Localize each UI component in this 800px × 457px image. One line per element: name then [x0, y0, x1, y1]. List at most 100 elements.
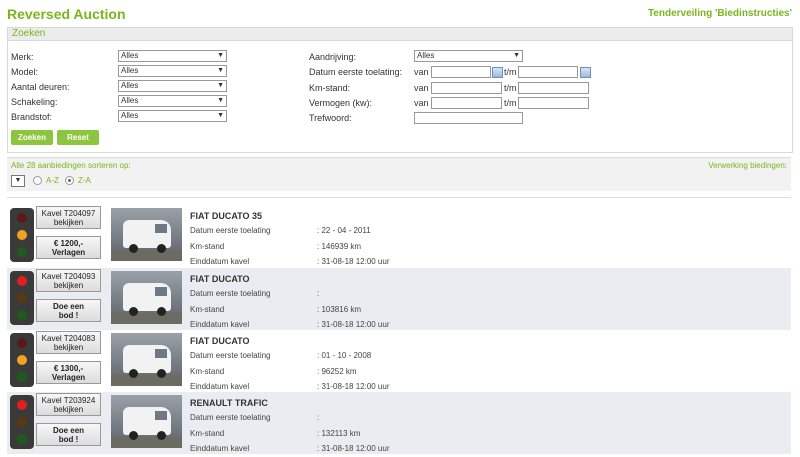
search-panel-title: Zoeken	[8, 28, 792, 41]
deuren-label: Aantal deuren:	[11, 82, 70, 92]
reset-button[interactable]: Reset	[57, 130, 99, 145]
sort-za-label: Z-A	[78, 176, 91, 185]
aandrijving-select[interactable]: Alles ▼	[414, 50, 523, 62]
green-light	[17, 434, 27, 444]
van-wheel	[129, 244, 138, 253]
chevron-down-icon: ▼	[217, 52, 224, 59]
bid-price: € 1200,-	[53, 239, 84, 248]
schakeling-label: Schakeling:	[11, 97, 58, 107]
photo-floor	[111, 375, 182, 386]
van-wheel	[157, 244, 166, 253]
list-divider	[7, 197, 791, 198]
search-button[interactable]: Zoeken	[11, 130, 53, 145]
datum-key: Datum eerste toelating	[190, 226, 271, 235]
vehicle-photo[interactable]	[111, 271, 182, 324]
schakeling-value: Alles	[121, 96, 139, 105]
verwerking-label: Verwerking biedingen:	[708, 161, 787, 170]
vermogen-label: Vermogen (kw):	[309, 98, 373, 108]
calendar-icon[interactable]	[580, 67, 591, 78]
lot-row: Kavel T204093 bekijken Doe een bod ! FIA…	[7, 268, 791, 331]
view-lot-button[interactable]: Kavel T204093 bekijken	[36, 269, 101, 292]
page-title: Reversed Auction	[7, 6, 126, 22]
lot-number: Kavel T204093	[41, 272, 96, 281]
bid-action-label: Verlagen	[51, 373, 86, 382]
km-value: : 96252 km	[317, 367, 357, 376]
chevron-down-icon: ▼	[217, 82, 224, 89]
einddatum-value: : 31-08-18 12:00 uur	[317, 382, 390, 391]
search-panel: Zoeken Merk: Alles ▼ Model: Alles ▼ Aantal…	[7, 27, 793, 153]
km-van-input[interactable]	[431, 82, 502, 94]
brandstof-select[interactable]: Alles ▼	[118, 110, 227, 122]
chevron-down-icon: ▼	[14, 177, 22, 184]
bid-action-button[interactable]: Doe een bod !	[36, 299, 101, 322]
schakeling-select[interactable]: Alles ▼	[118, 95, 227, 107]
bid-action-button[interactable]: Doe een bod !	[36, 423, 101, 446]
red-light	[17, 338, 27, 348]
orange-light	[17, 230, 27, 240]
vehicle-photo[interactable]	[111, 208, 182, 261]
sort-az-radio[interactable]	[33, 176, 42, 185]
trefwoord-input[interactable]	[414, 112, 523, 124]
chevron-down-icon: ▼	[217, 67, 224, 74]
van-window	[155, 349, 167, 358]
brandstof-value: Alles	[121, 111, 139, 120]
bid-action-button[interactable]: € 1200,- Verlagen	[36, 236, 101, 259]
einddatum-value: : 31-08-18 12:00 uur	[317, 257, 390, 266]
vehicle-title[interactable]: FIAT DUCATO 35	[190, 211, 262, 221]
vehicle-photo[interactable]	[111, 333, 182, 386]
aandrijving-value: Alles	[417, 51, 435, 60]
van-wheel	[129, 431, 138, 440]
km-label: Km-stand:	[309, 83, 351, 93]
km-tm-label: t/m	[504, 83, 517, 93]
model-select[interactable]: Alles ▼	[118, 65, 227, 77]
einddatum-key: Einddatum kavel	[190, 320, 250, 329]
lot-number: Kavel T203924	[41, 396, 96, 405]
bid-action-button[interactable]: € 1300,- Verlagen	[36, 361, 101, 384]
lot-row: Kavel T203924 bekijken Doe een bod ! REN…	[7, 392, 791, 455]
vermogen-tm-label: t/m	[504, 98, 517, 108]
van-window	[155, 411, 167, 420]
van-window	[155, 224, 167, 233]
view-lot-button[interactable]: Kavel T204097 bekijken	[36, 206, 101, 229]
chevron-down-icon: ▼	[513, 52, 520, 59]
datum-value: :	[317, 289, 320, 298]
merk-value: Alles	[121, 51, 139, 60]
datum-van-label: van	[414, 67, 429, 77]
green-light	[17, 310, 27, 320]
green-light	[17, 247, 27, 257]
km-value: : 103816 km	[317, 305, 362, 314]
view-label: bekijken	[53, 343, 84, 352]
orange-light	[17, 417, 27, 427]
datum-value: : 01 - 10 - 2008	[317, 351, 372, 360]
view-label: bekijken	[53, 405, 84, 414]
datum-tm-input[interactable]	[518, 66, 578, 78]
lot-number: Kavel T204083	[41, 334, 96, 343]
view-label: bekijken	[53, 218, 84, 227]
vermogen-van-input[interactable]	[431, 97, 502, 109]
bid-action-label: Verlagen	[51, 248, 86, 257]
vehicle-title[interactable]: FIAT DUCATO	[190, 274, 250, 284]
bid-instructions-link[interactable]: Tenderveiling 'Biedinstructies'	[648, 8, 792, 19]
merk-select[interactable]: Alles ▼	[118, 50, 227, 62]
sort-select[interactable]: ▼	[11, 175, 25, 187]
km-tm-input[interactable]	[518, 82, 589, 94]
vehicle-title[interactable]: FIAT DUCATO	[190, 336, 250, 346]
deuren-select[interactable]: Alles ▼	[118, 80, 227, 92]
einddatum-value: : 31-08-18 12:00 uur	[317, 320, 390, 329]
vehicle-photo[interactable]	[111, 395, 182, 448]
van-wheel	[157, 307, 166, 316]
bid-action-label: bod !	[58, 435, 79, 444]
bid-price: Doe een	[52, 426, 85, 435]
vehicle-title[interactable]: RENAULT TRAFIC	[190, 398, 268, 408]
traffic-light-icon	[10, 208, 34, 262]
sort-za-radio[interactable]	[65, 176, 74, 185]
calendar-icon[interactable]	[492, 67, 503, 78]
view-lot-button[interactable]: Kavel T203924 bekijken	[36, 393, 101, 416]
brandstof-label: Brandstof:	[11, 112, 53, 122]
vermogen-tm-input[interactable]	[518, 97, 589, 109]
datum-key: Datum eerste toelating	[190, 351, 271, 360]
view-lot-button[interactable]: Kavel T204083 bekijken	[36, 331, 101, 354]
van-wheel	[157, 369, 166, 378]
datum-van-input[interactable]	[431, 66, 491, 78]
datum-value: : 22 - 04 - 2011	[317, 226, 371, 235]
